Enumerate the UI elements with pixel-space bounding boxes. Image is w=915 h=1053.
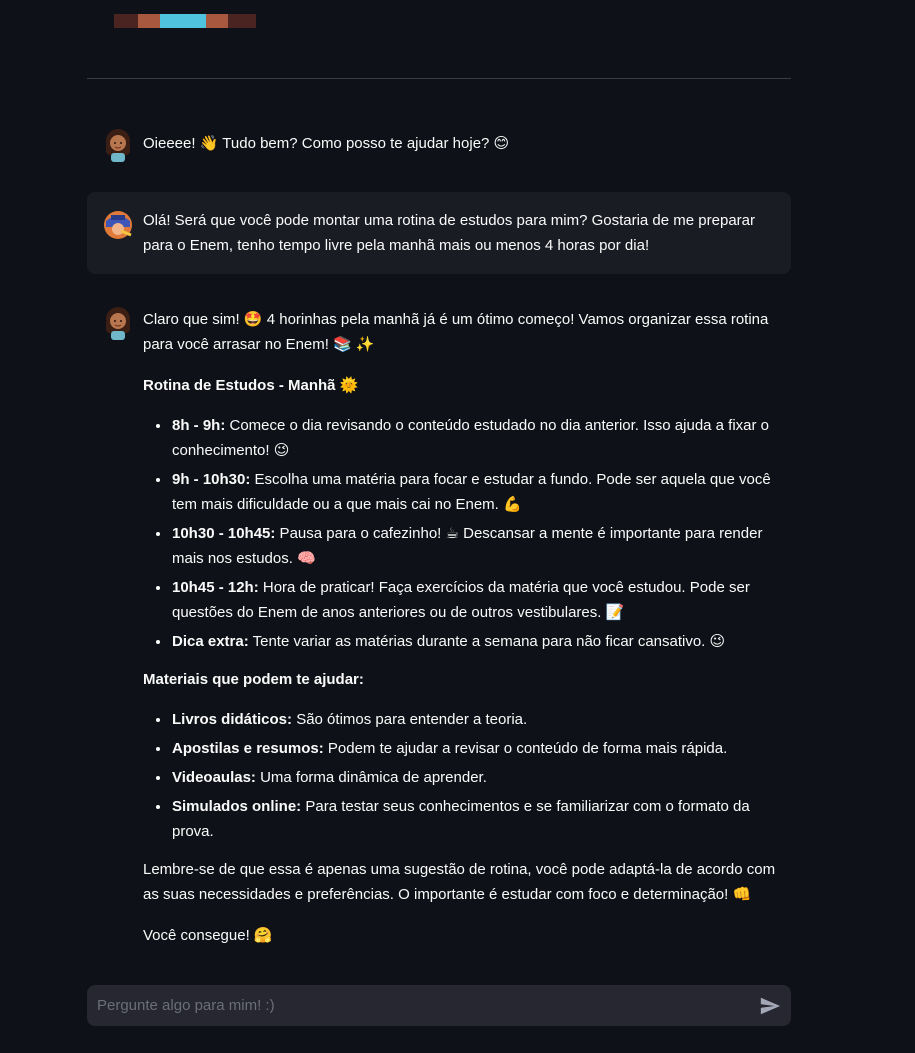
banner-stripe <box>114 14 138 28</box>
user-message: Olá! Será que você pode montar uma rotin… <box>87 192 791 274</box>
list-item: 9h - 10h30: Escolha uma matéria para foc… <box>171 467 787 517</box>
list-item: 10h45 - 12h: Hora de praticar! Faça exer… <box>171 575 787 625</box>
materials-heading: Materiais que podem te ajudar: <box>143 671 364 688</box>
closing-text: Lembre-se de que essa é apenas uma suges… <box>143 861 776 903</box>
chat-page: Oieeee! 👋 Tudo bem? Como posso te ajudar… <box>0 0 915 1053</box>
graduate-avatar-icon <box>104 211 132 239</box>
girl-avatar-icon <box>106 307 130 340</box>
list-item: Livros didáticos: São ótimos para entend… <box>171 707 787 732</box>
signoff-text: Você consegue! 🤗 <box>143 927 273 944</box>
routine-heading: Rotina de Estudos - Manhã 🌞 <box>143 377 359 394</box>
list-item: Videoaulas: Uma forma dinâmica de aprend… <box>171 765 787 790</box>
banner-stripe <box>160 14 206 28</box>
list-item: Dica extra: Tente variar as matérias dur… <box>171 629 787 654</box>
routine-list: 8h - 9h: Comece o dia revisando o conteú… <box>143 413 787 654</box>
header-banner-image <box>114 14 256 28</box>
message-text: Oieeee! 👋 Tudo bem? Como posso te ajudar… <box>143 131 787 156</box>
list-item: Simulados online: Para testar seus conhe… <box>171 794 787 844</box>
materials-list: Livros didáticos: São ótimos para entend… <box>143 707 787 844</box>
girl-avatar-icon <box>106 129 130 162</box>
list-item: 10h30 - 10h45: Pausa para o cafezinho! ☕… <box>171 521 787 571</box>
answer-intro: Claro que sim! 🤩 4 horinhas pela manhã j… <box>143 311 769 353</box>
chat-input[interactable] <box>87 985 737 1026</box>
list-item: 8h - 9h: Comece o dia revisando o conteú… <box>171 413 787 463</box>
divider <box>87 78 791 79</box>
list-item: Apostilas e resumos: Podem te ajudar a r… <box>171 736 787 761</box>
send-icon[interactable] <box>759 995 781 1017</box>
user-text-line-1: Olá! Será que você pode montar uma rotin… <box>143 212 755 229</box>
assistant-message: Oieeee! 👋 Tudo bem? Como posso te ajudar… <box>87 128 791 162</box>
banner-stripe <box>206 14 228 28</box>
chat-input-bar <box>87 985 791 1026</box>
banner-stripe <box>228 14 256 28</box>
message-text: Olá! Será que você pode montar uma rotin… <box>143 208 787 258</box>
assistant-message: Claro que sim! 🤩 4 horinhas pela manhã j… <box>87 306 791 946</box>
user-text-line-2: para o Enem, tenho tempo livre pela manh… <box>143 237 650 254</box>
message-text: Claro que sim! 🤩 4 horinhas pela manhã j… <box>143 307 787 948</box>
greeting-text: Oieeee! 👋 Tudo bem? Como posso te ajudar… <box>143 135 510 152</box>
banner-stripe <box>138 14 160 28</box>
